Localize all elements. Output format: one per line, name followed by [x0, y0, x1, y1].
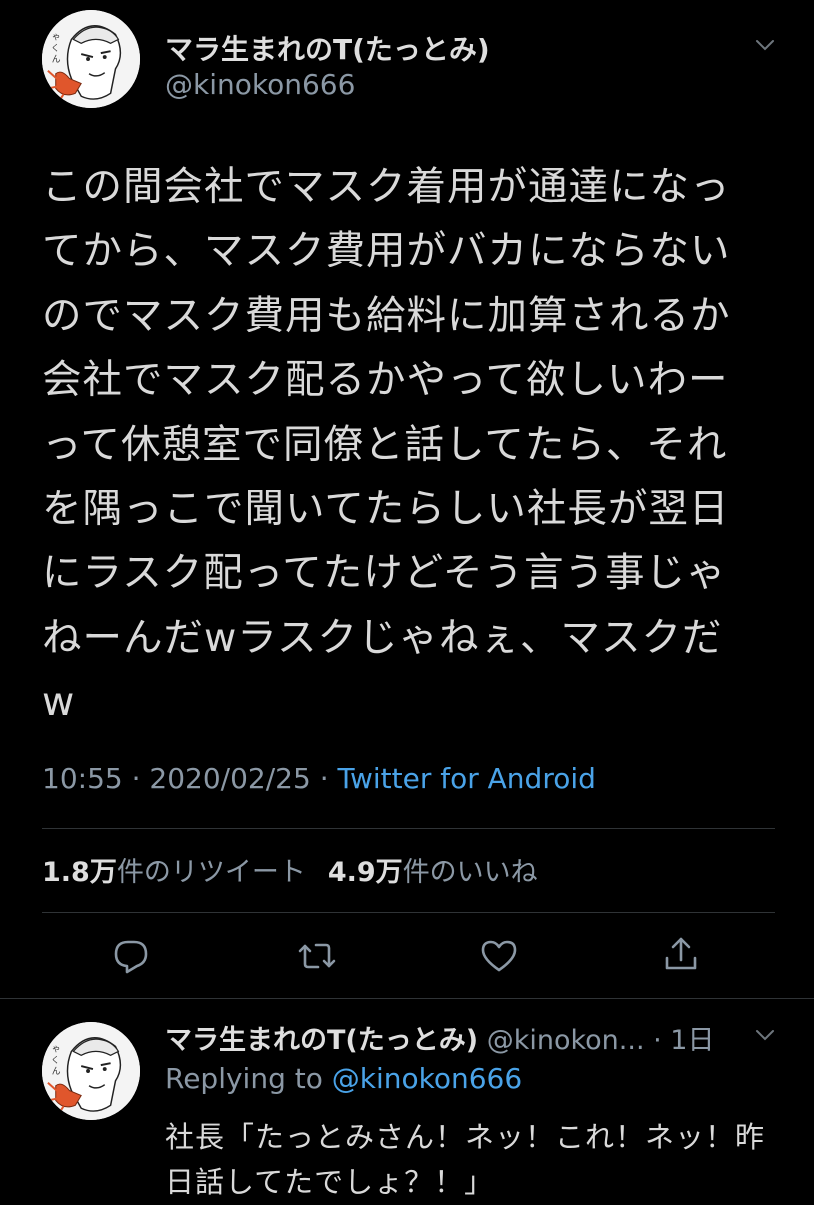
reply-author-avatar[interactable]: ゃ く ん [42, 1022, 140, 1120]
heart-icon[interactable] [479, 936, 519, 976]
svg-text:く: く [51, 44, 60, 54]
tweet-text: この間会社でマスク着用が通達になっ てから、マスク費用がバカにならない のでマス… [42, 164, 731, 726]
retweets-label: 件のリツイート [116, 857, 306, 888]
tweet-time: 10:55 [42, 762, 123, 795]
share-icon[interactable] [661, 934, 701, 974]
tweet-source-link[interactable]: Twitter for Android [338, 762, 596, 795]
chevron-down-icon[interactable] [755, 38, 775, 52]
reply-time[interactable]: 1日 [670, 1025, 714, 1056]
reply-text: 社長「たっとみさん！ネッ！これ！ネッ！昨 日話してたでしょ？！」 [165, 1120, 766, 1199]
replying-to: Replying to @kinokon666 [165, 1062, 522, 1095]
meta-separator: · [122, 762, 150, 795]
svg-text:く: く [51, 1056, 60, 1066]
chevron-down-icon[interactable] [755, 1028, 775, 1042]
reply-author-name[interactable]: マラ生まれのT(たっとみ) [165, 1025, 478, 1056]
tweet-date: 2020/02/25 [149, 762, 311, 795]
divider [0, 998, 814, 999]
likes-count: 4.9万 [327, 857, 403, 888]
meta-separator: · [644, 1025, 671, 1056]
reply-author-handle[interactable]: @kinokon... [487, 1025, 645, 1056]
author-name[interactable]: マラ生まれのT(たっとみ) [165, 28, 490, 68]
likes-stat[interactable]: 4.9万件のいいね [328, 857, 538, 888]
author-handle[interactable]: @kinokon666 [165, 68, 355, 101]
likes-label: 件のいいね [402, 857, 538, 888]
reply-icon[interactable] [111, 936, 151, 976]
reply-header: マラ生まれのT(たっとみ) @kinokon... · 1日 [165, 1018, 714, 1057]
retweets-stat[interactable]: 1.8万件のリツイート [42, 857, 306, 888]
tweet-stats: 1.8万件のリツイート 4.9万件のいいね [42, 850, 538, 889]
author-avatar[interactable]: ゃ く ん [42, 10, 140, 108]
svg-text:ゃ: ゃ [52, 32, 61, 42]
svg-text:ん: ん [52, 54, 61, 65]
divider [42, 828, 775, 829]
avatar-illustration: ゃ く ん [42, 10, 140, 108]
tweet-meta: 10:55 · 2020/02/25 · Twitter for Android [42, 762, 596, 795]
divider [42, 912, 775, 913]
svg-text:ゃ: ゃ [52, 1044, 61, 1054]
meta-separator: · [310, 762, 338, 795]
svg-text:ん: ん [52, 1066, 61, 1077]
retweets-count: 1.8万 [42, 857, 117, 888]
retweet-icon[interactable] [297, 936, 337, 976]
replying-to-label: Replying to [165, 1062, 332, 1095]
replying-to-mention[interactable]: @kinokon666 [332, 1062, 522, 1095]
avatar-illustration: ゃ く ん [42, 1022, 140, 1120]
